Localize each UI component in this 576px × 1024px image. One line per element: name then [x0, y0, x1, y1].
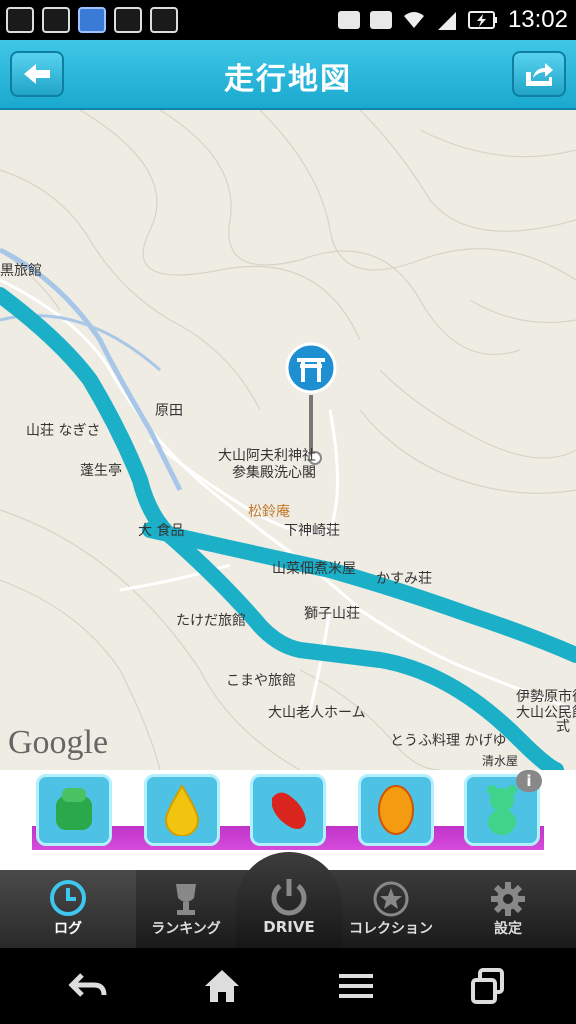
map-label-shimo-kanzaki: 下神崎荘: [284, 523, 340, 539]
yellow-drop-icon: [144, 774, 220, 846]
map-label-shrine-2: 参集殿洗心閣: [232, 465, 316, 481]
red-jelly-icon: [250, 774, 326, 846]
status-right-icons: 13:02: [337, 6, 568, 34]
map-label-takeda: たけだ旅館: [176, 613, 246, 629]
gear-icon: [491, 882, 525, 916]
menu-icon: [339, 974, 373, 998]
ad-info-button[interactable]: i: [516, 770, 542, 792]
tab-log-label: ログ: [54, 921, 82, 937]
wifi-icon: [403, 12, 424, 28]
tab-drive-label: DRIVE: [263, 918, 315, 936]
nav-menu-button[interactable]: [334, 966, 378, 1006]
tab-settings[interactable]: 設定: [440, 870, 576, 948]
map-label-komaya: こまや旅館: [226, 673, 296, 689]
map-label-roujin: 大山老人ホーム: [268, 705, 366, 721]
status-time: 13:02: [507, 6, 568, 33]
power-icon: [271, 879, 307, 916]
nav-recent-apps-button[interactable]: [466, 966, 510, 1006]
status-bar: 13:02: [0, 0, 576, 40]
app-icon: [78, 7, 106, 33]
map-label-yamagata: 山菜佃煮米屋: [272, 561, 356, 577]
page-title: 走行地図: [224, 62, 352, 97]
heart-icon: [369, 11, 392, 29]
notification-74-icon: [6, 7, 34, 33]
map-label-shokuhin: 大 食品: [138, 523, 185, 539]
cassette-icon: [337, 11, 360, 29]
google-attribution: Google: [8, 724, 109, 761]
orange-candy-icon: [358, 774, 434, 846]
map-label-shishiko: 獅子山荘: [304, 606, 360, 622]
system-nav-bar: [0, 948, 576, 1024]
map-label-kuro-ryokan: 黒旅館: [0, 263, 42, 279]
map-label-sanso-nagisa: 山荘 なぎさ: [26, 423, 101, 439]
nav-home-button[interactable]: [200, 966, 244, 1006]
tab-drive[interactable]: DRIVE: [236, 852, 342, 952]
route-map[interactable]: 黒旅館 原田 山荘 なぎさ 蓬生亭 大山阿夫利神社 参集殿洗心閣 松鈴庵 大 食…: [0, 110, 576, 770]
tab-collection-label: コレクション: [349, 921, 433, 937]
recent-apps-icon: [471, 968, 504, 1004]
tab-collection[interactable]: コレクション: [342, 870, 440, 948]
tab-ranking[interactable]: ランキング: [136, 870, 236, 948]
no-sim-icon: [114, 7, 142, 33]
signal-icon: [437, 12, 456, 30]
map-label-shorei-an: 松鈴庵: [248, 504, 290, 520]
green-candy-icon: [36, 774, 112, 846]
nav-back-button[interactable]: [66, 966, 110, 1006]
tab-settings-label: 設定: [494, 921, 522, 937]
share-button[interactable]: [512, 51, 566, 97]
search-app-icon: [150, 7, 178, 33]
map-label-harada: 原田: [155, 403, 183, 419]
clock-icon: [50, 880, 86, 916]
tab-log[interactable]: ログ: [0, 870, 136, 948]
share-arrow-icon: [526, 63, 553, 86]
map-label-tofu: とうふ料理 かげゆ: [390, 733, 507, 749]
battery-icon: [467, 11, 497, 29]
tab-drive-content: DRIVE: [236, 870, 342, 950]
trophy-icon: [176, 884, 196, 915]
map-label-hosei-tei: 蓬生亭: [80, 463, 122, 479]
map-label-shiki: 式: [556, 719, 570, 735]
home-icon: [205, 970, 239, 1002]
back-icon: [68, 973, 107, 997]
star-icon: [373, 881, 409, 917]
tab-ranking-label: ランキング: [151, 921, 221, 937]
image-icon: [42, 7, 70, 33]
ad-banner[interactable]: i: [32, 770, 544, 850]
map-label-shimizu: 清水屋: [482, 754, 519, 768]
title-bar: 走行地図: [0, 40, 576, 110]
status-left-icons: [6, 6, 178, 34]
map-label-kasumi: かすみ荘: [376, 571, 432, 587]
